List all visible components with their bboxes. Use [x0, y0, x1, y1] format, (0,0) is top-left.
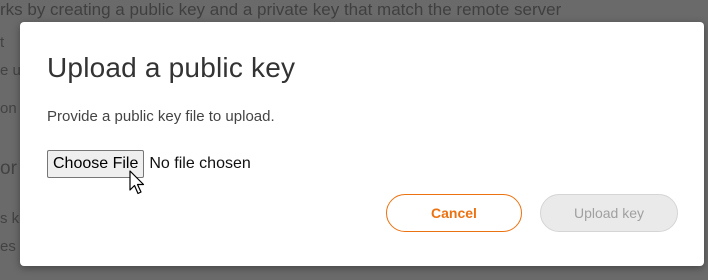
background-text-fragment: t — [0, 34, 5, 51]
upload-key-button[interactable]: Upload key — [540, 194, 678, 232]
background-text-fragment: s k — [0, 210, 20, 227]
background-text-fragment: e u — [0, 62, 21, 79]
file-input: Choose File No file chosen — [47, 150, 251, 178]
background-text-fragment: es — [0, 238, 16, 255]
cancel-button[interactable]: Cancel — [386, 194, 522, 232]
file-status-text: No file chosen — [149, 155, 251, 172]
dialog-description: Provide a public key file to upload. — [47, 108, 275, 125]
dialog-title: Upload a public key — [47, 52, 296, 83]
background-text: rks by creating a public key and a priva… — [0, 0, 562, 19]
upload-public-key-dialog: Upload a public key Provide a public key… — [20, 22, 704, 266]
background-text-fragment: on — [0, 100, 17, 117]
arrow-pointer-icon — [129, 170, 145, 195]
background-text-fragment: or — [0, 158, 17, 179]
